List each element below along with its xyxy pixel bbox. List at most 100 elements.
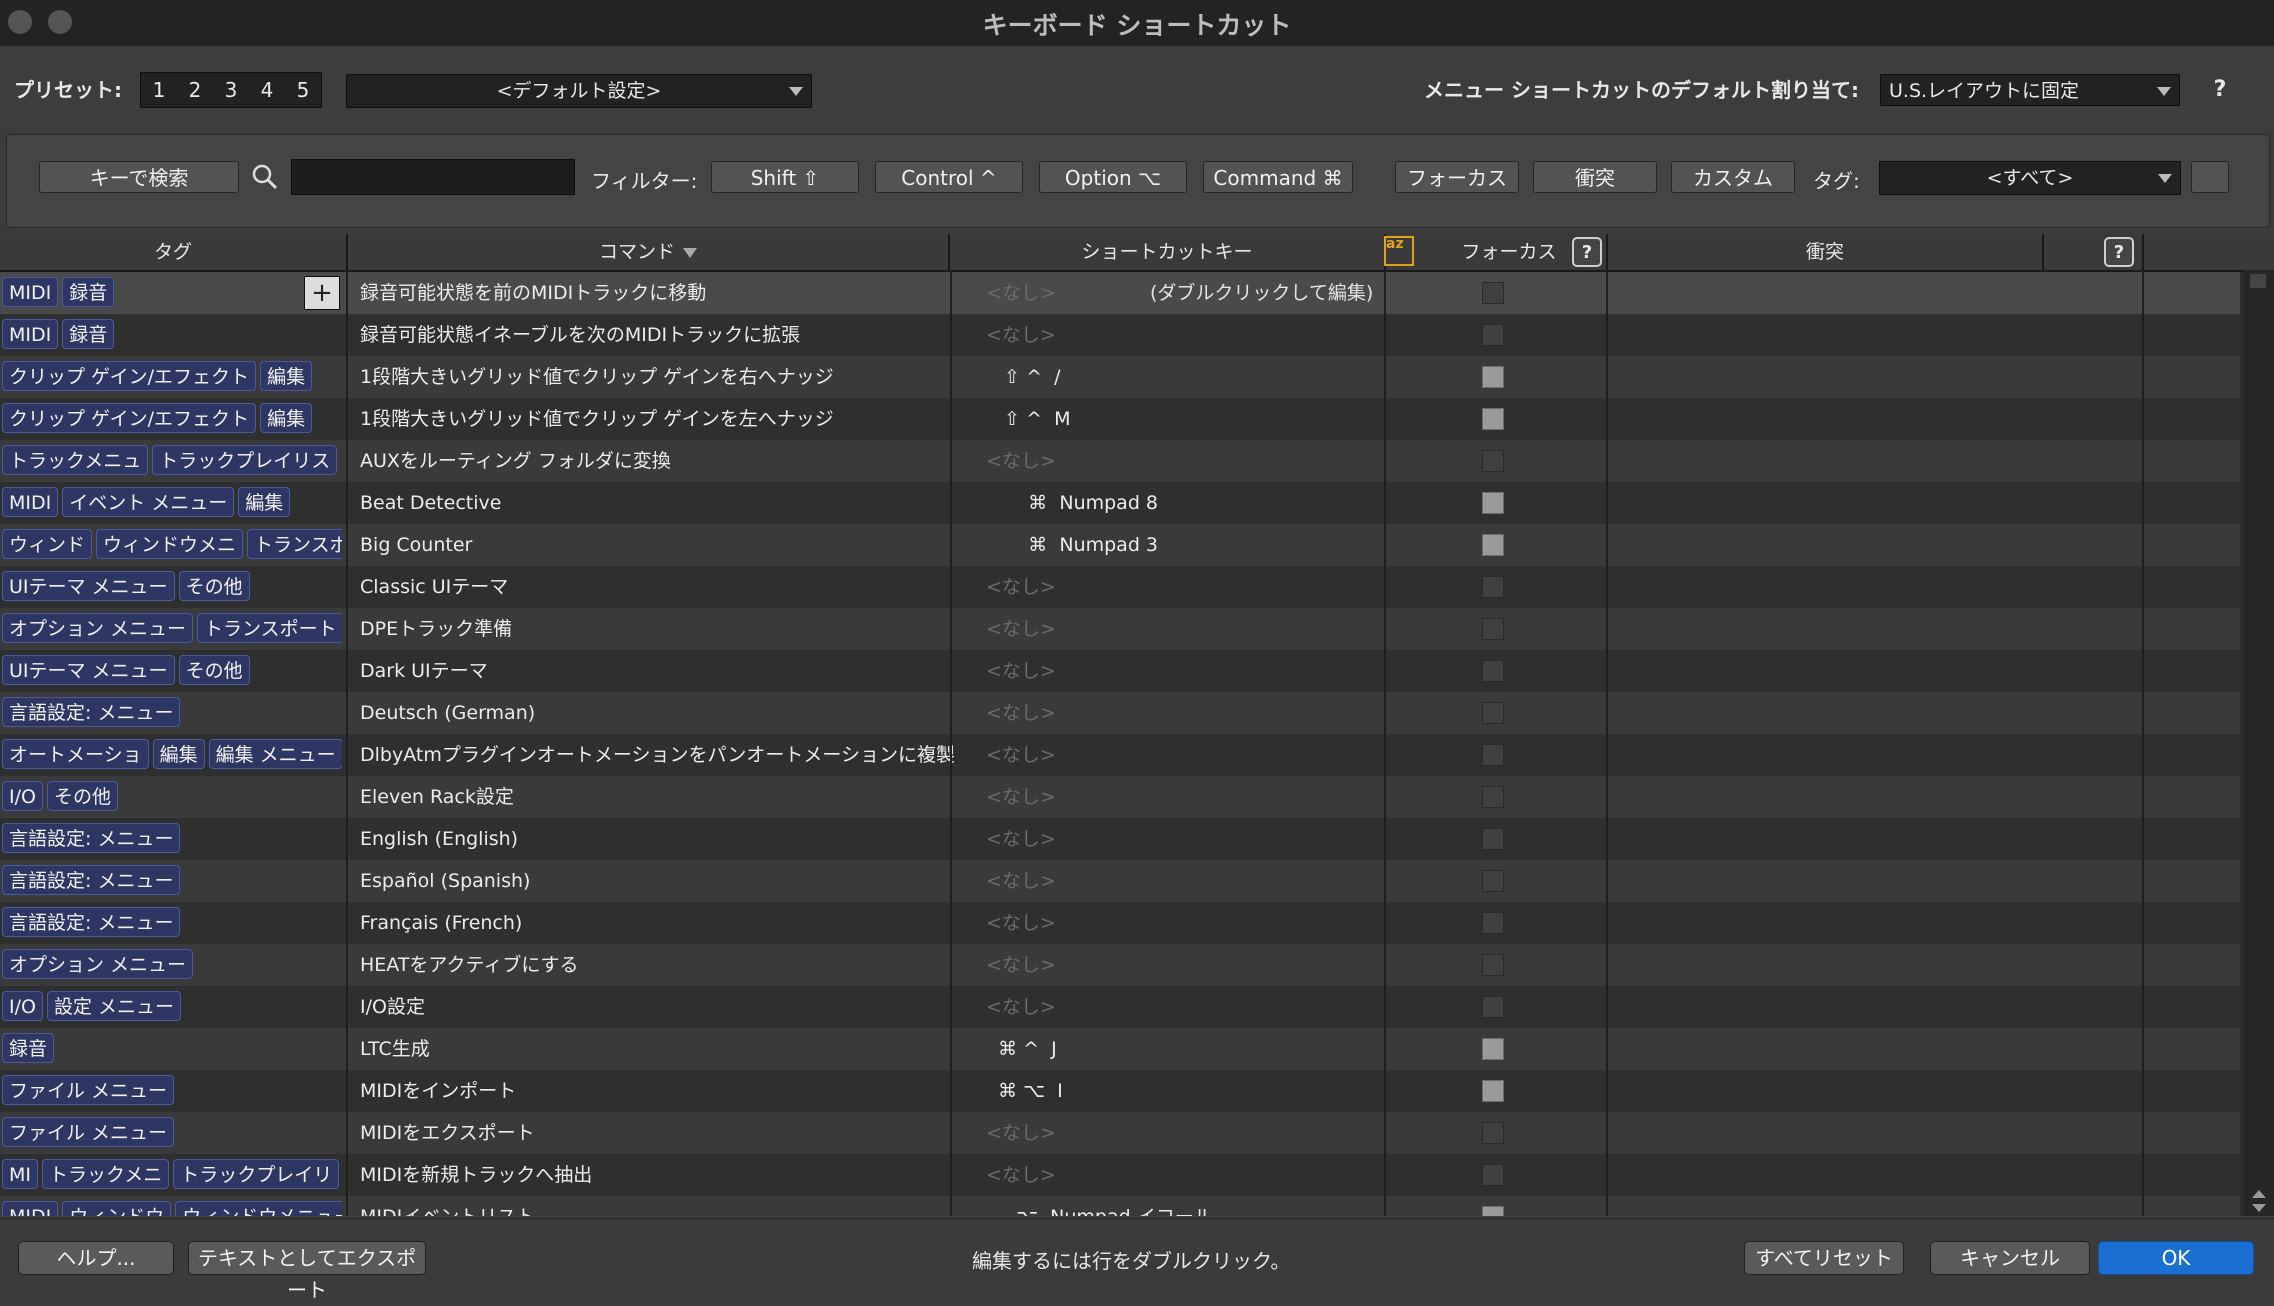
tag-badge[interactable]: クリップ ゲイン/エフェクト: [2, 403, 257, 433]
preset-dropdown[interactable]: <デフォルト設定>: [346, 74, 812, 108]
focus-checkbox[interactable]: [1482, 1122, 1504, 1144]
tag-badge[interactable]: 言語設定: メニュー: [2, 907, 181, 937]
shortcut-cell[interactable]: ⌘ ^ J: [986, 1028, 1057, 1070]
tag-badge[interactable]: ウィンドウメニ: [96, 529, 244, 559]
search-by-key-button[interactable]: キーで検索: [39, 161, 239, 193]
focus-checkbox[interactable]: [1482, 1038, 1504, 1060]
command-filter-button[interactable]: Command ⌘: [1203, 161, 1353, 193]
preset-4-button[interactable]: 4: [261, 78, 274, 102]
table-row[interactable]: 言語設定: メニュー Deutsch (German) <なし>: [0, 692, 2240, 734]
table-row[interactable]: オートメーショ 編集 編集 メニュー DlbyAtmプラグインオートメーションをパンオ…: [0, 734, 2240, 776]
focus-checkbox[interactable]: [1482, 786, 1504, 808]
tag-badge[interactable]: トラックプレイリ: [173, 1159, 340, 1189]
tag-badge[interactable]: その他: [46, 781, 118, 811]
tag-badge[interactable]: トラックメニュ: [2, 445, 149, 475]
focus-checkbox[interactable]: [1482, 912, 1504, 934]
tag-badge[interactable]: イベント メニュー: [62, 487, 235, 517]
menu-default-dropdown[interactable]: U.S.レイアウトに固定: [1880, 74, 2180, 106]
reset-all-button[interactable]: すべてリセット: [1744, 1241, 1904, 1275]
preset-3-button[interactable]: 3: [225, 78, 238, 102]
shortcut-cell[interactable]: ⌘ Numpad 8: [986, 482, 1158, 524]
scroll-arrows-icon[interactable]: [2250, 1190, 2268, 1212]
tag-badge[interactable]: その他: [178, 571, 250, 601]
search-input[interactable]: [291, 159, 575, 195]
shortcut-cell[interactable]: <なし>: [986, 818, 1056, 860]
tag-badge[interactable]: ウィンドウメニュー: [175, 1201, 342, 1216]
scroll-thumb[interactable]: [2250, 274, 2266, 288]
cancel-button[interactable]: キャンセル: [1930, 1241, 2090, 1275]
tag-badge[interactable]: クリップ ゲイン/エフェクト: [2, 361, 257, 391]
shortcut-cell[interactable]: <なし>: [986, 944, 1056, 986]
table-row[interactable]: クリップ ゲイン/エフェクト 編集 1段階大きいグリッド値でクリップ ゲインを右へナ…: [0, 356, 2240, 398]
tag-badge[interactable]: トラックメニ: [42, 1159, 170, 1189]
tag-badge[interactable]: 設定 メニュー: [46, 991, 182, 1021]
tag-badge[interactable]: トランスポ: [247, 529, 342, 559]
shift-filter-button[interactable]: Shift ⇧: [711, 161, 859, 193]
conflict-filter-button[interactable]: 衝突: [1533, 161, 1657, 193]
focus-checkbox[interactable]: [1482, 576, 1504, 598]
vertical-scrollbar[interactable]: [2244, 270, 2274, 1216]
table-row[interactable]: UIテーマ メニュー その他 Classic UIテーマ <なし>: [0, 566, 2240, 608]
focus-checkbox[interactable]: [1482, 492, 1504, 514]
focus-checkbox[interactable]: [1482, 828, 1504, 850]
table-row[interactable]: オプション メニュー トランスポート DPEトラック準備 <なし>: [0, 608, 2240, 650]
shortcut-cell[interactable]: ⌘ Numpad 3: [986, 524, 1158, 566]
shortcut-cell[interactable]: <なし>: [986, 734, 1056, 776]
sort-az-icon[interactable]: az: [1384, 236, 1414, 266]
tag-badge[interactable]: トラックプレイリス: [152, 445, 338, 475]
table-row[interactable]: 言語設定: メニュー English (English) <なし>: [0, 818, 2240, 860]
shortcut-cell[interactable]: ⇧ ^ M: [986, 398, 1070, 440]
shortcut-cell[interactable]: <なし>: [986, 440, 1056, 482]
focus-checkbox[interactable]: [1482, 324, 1504, 346]
tag-badge[interactable]: 録音: [2, 1033, 55, 1063]
table-row[interactable]: 言語設定: メニュー Français (French) <なし>: [0, 902, 2240, 944]
tag-badge[interactable]: 編集: [152, 739, 205, 769]
shortcut-cell[interactable]: <なし>: [986, 692, 1056, 734]
shortcut-cell[interactable]: <なし>: [986, 902, 1056, 944]
tag-badge[interactable]: MIDI: [2, 1201, 59, 1216]
tag-badge[interactable]: オートメーショ: [2, 739, 149, 769]
tag-badge[interactable]: UIテーマ メニュー: [2, 571, 175, 601]
column-header-conflict[interactable]: 衝突: [1608, 234, 2044, 270]
tag-badge[interactable]: 編集: [260, 403, 313, 433]
column-header-command[interactable]: コマンド: [348, 234, 950, 270]
tag-badge[interactable]: ファイル メニュー: [2, 1075, 175, 1105]
table-row[interactable]: MIDI イベント メニュー 編集 Beat Detective ⌘ Numpad 8: [0, 482, 2240, 524]
control-filter-button[interactable]: Control ^: [875, 161, 1023, 193]
focus-checkbox[interactable]: [1482, 450, 1504, 472]
focus-checkbox[interactable]: [1482, 954, 1504, 976]
tag-badge[interactable]: 編集: [260, 361, 313, 391]
tag-badge[interactable]: 録音: [62, 319, 115, 349]
preset-2-button[interactable]: 2: [189, 78, 202, 102]
custom-filter-button[interactable]: カスタム: [1671, 161, 1795, 193]
table-row[interactable]: 録音 LTC生成 ⌘ ^ J: [0, 1028, 2240, 1070]
focus-checkbox[interactable]: [1482, 366, 1504, 388]
focus-checkbox[interactable]: [1482, 282, 1504, 304]
tag-badge[interactable]: ウィンドウ: [62, 1201, 172, 1216]
focus-checkbox[interactable]: [1482, 534, 1504, 556]
table-row[interactable]: ファイル メニュー MIDIをインポート ⌘ ⌥ I: [0, 1070, 2240, 1112]
tag-badge[interactable]: 言語設定: メニュー: [2, 865, 181, 895]
table-row[interactable]: I/O その他 Eleven Rack設定 <なし>: [0, 776, 2240, 818]
table-row[interactable]: 言語設定: メニュー Español (Spanish) <なし>: [0, 860, 2240, 902]
help-icon[interactable]: ?: [2202, 72, 2238, 108]
focus-checkbox[interactable]: [1482, 660, 1504, 682]
table-row[interactable]: ウィンド ウィンドウメニ トランスポ Big Counter ⌘ Numpad 3: [0, 524, 2240, 566]
tag-badge[interactable]: ファイル メニュー: [2, 1117, 175, 1147]
focus-checkbox[interactable]: [1482, 1080, 1504, 1102]
focus-checkbox[interactable]: [1482, 618, 1504, 640]
table-row[interactable]: MIDI 録音 録音可能状態イネーブルを次のMIDIトラックに拡張 <なし>: [0, 314, 2240, 356]
table-row[interactable]: MIDI 録音 + 録音可能状態を前のMIDIトラックに移動 <なし> (ダブルクリックし…: [0, 272, 2240, 314]
column-header-tag[interactable]: タグ: [0, 234, 348, 270]
shortcut-cell[interactable]: <なし>: [986, 1112, 1056, 1154]
tag-badge[interactable]: 録音: [62, 277, 115, 307]
table-row[interactable]: トラックメニュ トラックプレイリス AUXをルーティング フォルダに変換 <なし>: [0, 440, 2240, 482]
shortcut-cell[interactable]: <なし>: [986, 314, 1056, 356]
shortcut-cell[interactable]: <なし>: [986, 1154, 1056, 1196]
shortcut-cell[interactable]: <なし>: [986, 272, 1056, 314]
tag-badge[interactable]: MIDI: [2, 319, 59, 349]
tag-badge[interactable]: 言語設定: メニュー: [2, 823, 181, 853]
tag-badge[interactable]: UIテーマ メニュー: [2, 655, 175, 685]
focus-checkbox[interactable]: [1482, 870, 1504, 892]
tag-badge[interactable]: MIDI: [2, 277, 59, 307]
